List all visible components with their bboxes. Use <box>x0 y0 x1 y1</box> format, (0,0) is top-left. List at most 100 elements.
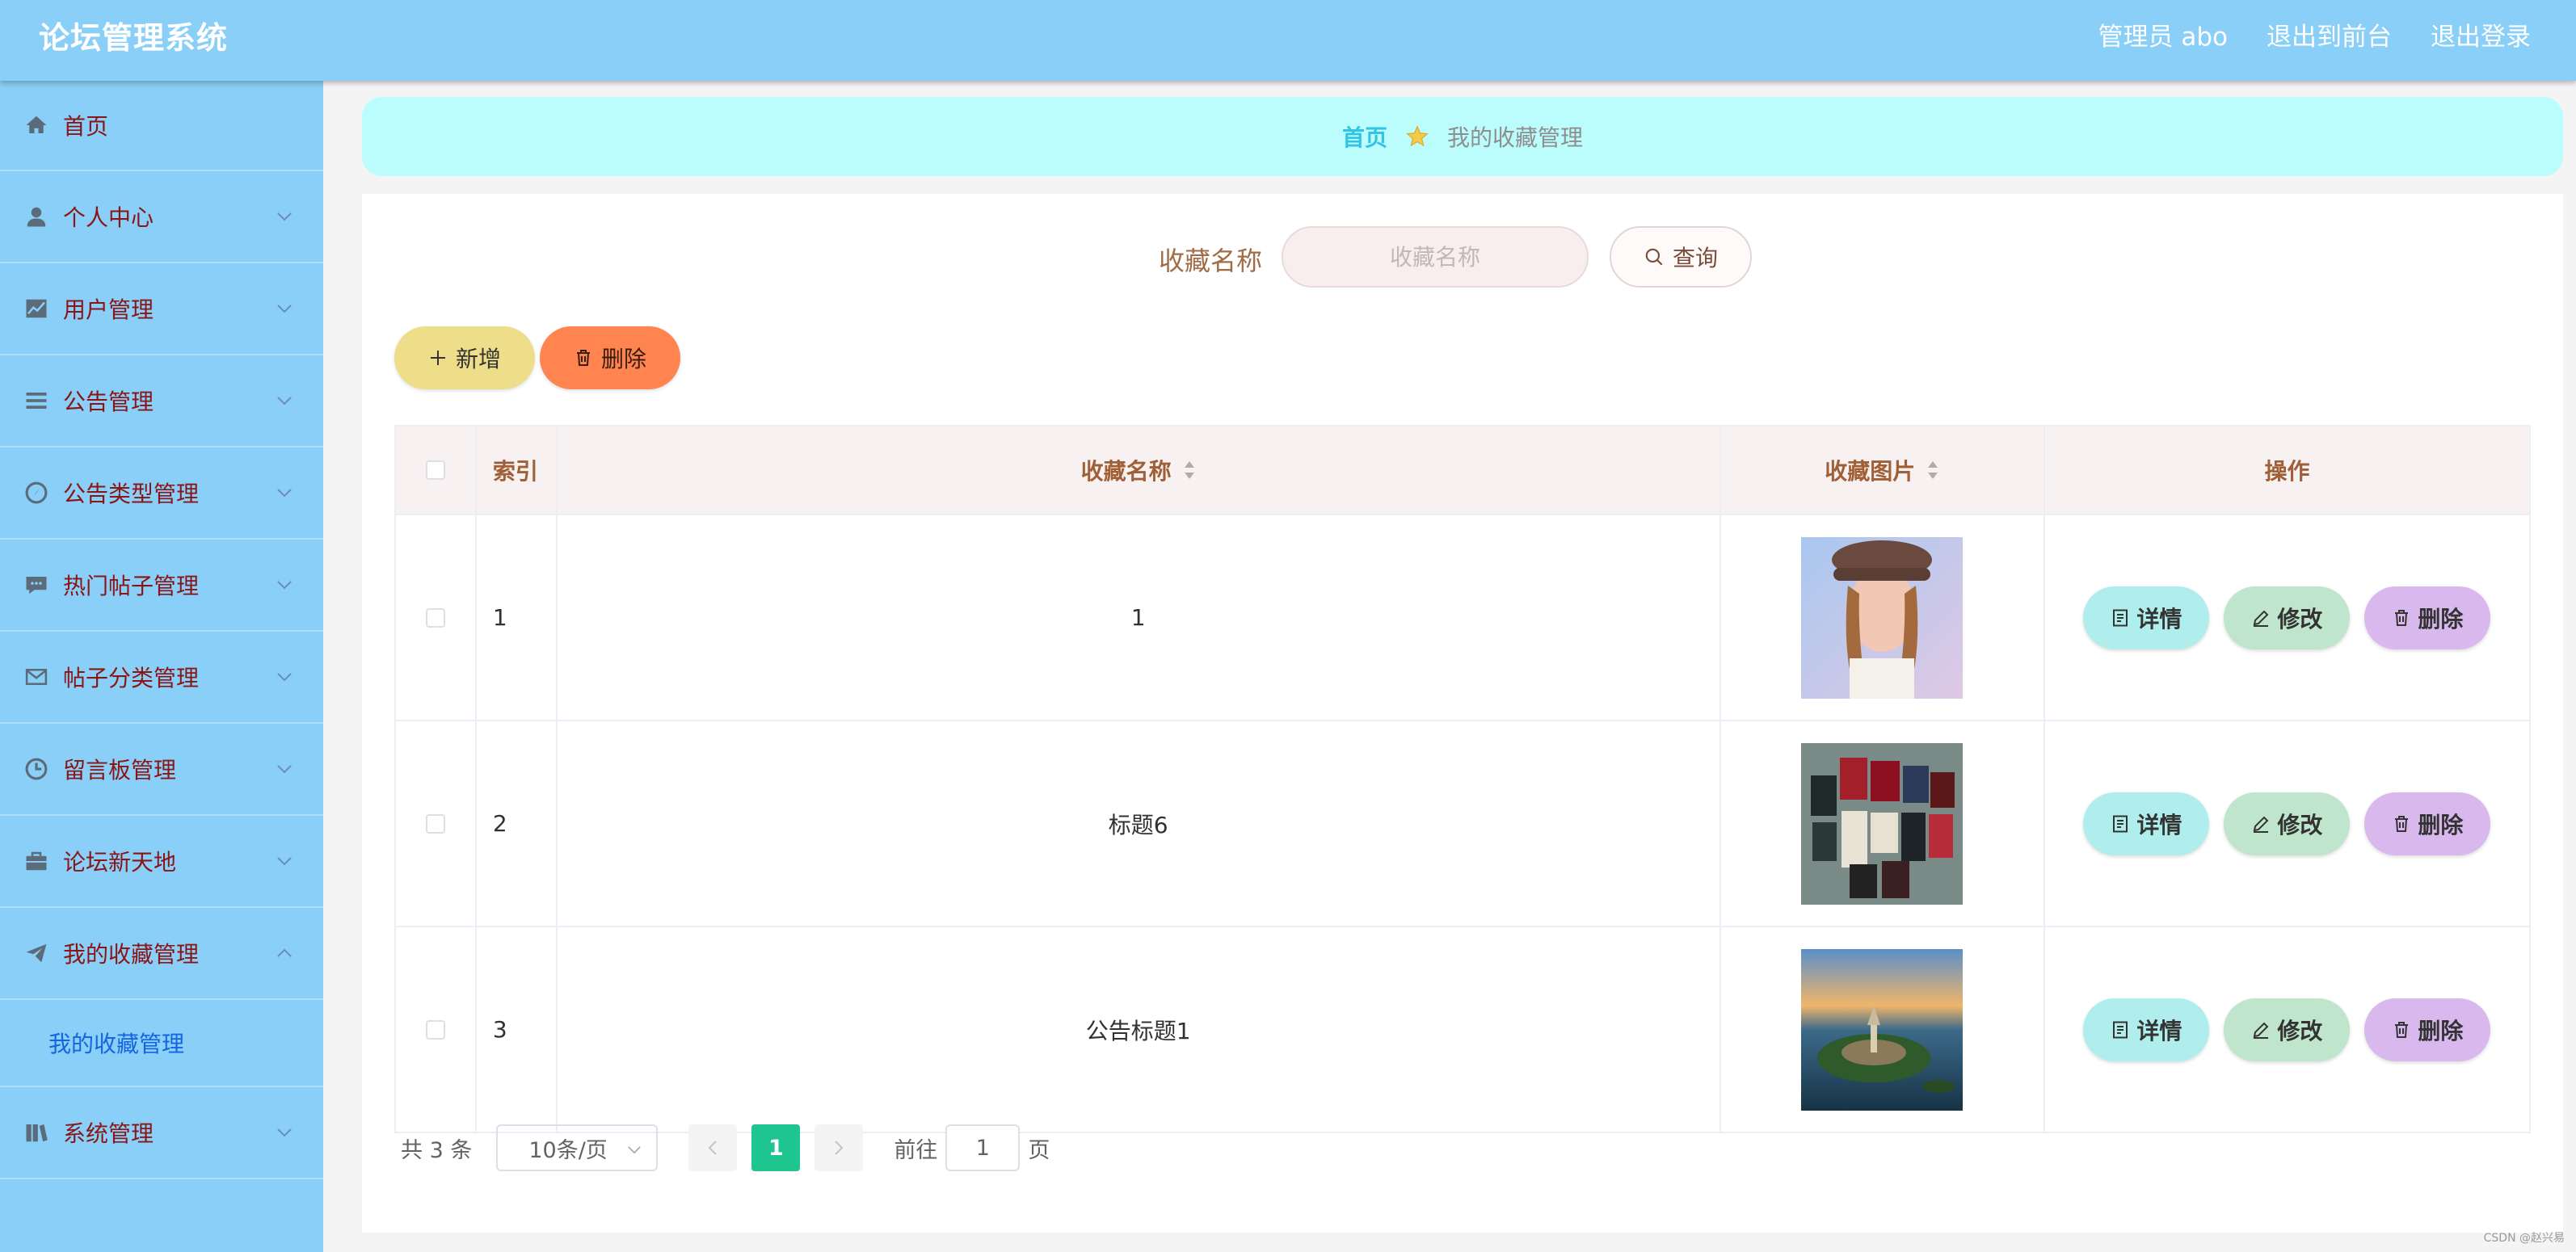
delete-button-label: 删除 <box>2418 605 2464 632</box>
pagination-total: 共 3 条 <box>401 1137 473 1163</box>
batch-delete-button[interactable]: 删除 <box>540 326 680 389</box>
chevron-down-icon <box>628 1146 642 1154</box>
edit-button-label: 修改 <box>2277 1017 2323 1044</box>
row-image-cell <box>1721 515 2045 720</box>
detail-button-label: 详情 <box>2136 1017 2182 1044</box>
edit-button[interactable]: 修改 <box>2224 998 2351 1061</box>
row-checkbox[interactable] <box>425 813 445 834</box>
submenu-item-label[interactable]: 我的收藏管理 <box>48 1027 184 1059</box>
sidebar-item-notice-type-management[interactable]: 公告类型管理 <box>0 447 323 540</box>
add-button-label: 新增 <box>455 346 501 372</box>
add-button[interactable]: 新增 <box>394 326 535 389</box>
page-number-current[interactable]: 1 <box>751 1124 801 1171</box>
sidebar-item-post-category-management[interactable]: 帖子分类管理 <box>0 632 323 724</box>
column-header-image[interactable]: 收藏图片 <box>1721 426 2045 514</box>
delete-button[interactable]: 删除 <box>2364 792 2491 855</box>
exit-to-frontend-link[interactable]: 退出到前台 <box>2267 16 2392 53</box>
goto-page-input[interactable] <box>945 1124 1021 1171</box>
sort-icon[interactable] <box>1183 460 1196 481</box>
page-size-select[interactable]: 10条/页 <box>496 1124 659 1171</box>
search-input[interactable] <box>1282 226 1589 288</box>
delete-button-label: 删除 <box>2418 1017 2464 1044</box>
star-icon <box>1406 125 1429 147</box>
edit-button[interactable]: 修改 <box>2224 792 2351 855</box>
sidebar-item-my-favorites-management[interactable]: 我的收藏管理 <box>0 908 323 1000</box>
row-image-cell <box>1721 721 2045 926</box>
chevron-left-icon <box>708 1141 718 1155</box>
chevron-right-icon <box>835 1141 844 1155</box>
row-operations: 详情 修改 删除 <box>2045 927 2529 1132</box>
column-header-name[interactable]: 收藏名称 <box>558 426 1721 514</box>
document-icon <box>2113 1021 2128 1038</box>
row-checkbox-cell <box>396 721 477 926</box>
sidebar-item-message-board-management[interactable]: 留言板管理 <box>0 724 323 816</box>
chevron-down-icon <box>277 673 292 682</box>
sidebar-item-system-management[interactable]: 系统管理 <box>0 1087 323 1179</box>
user-icon <box>27 207 46 227</box>
list-icon <box>26 393 47 409</box>
goto-prefix: 前往 <box>894 1137 938 1163</box>
logout-link[interactable]: 退出登录 <box>2431 16 2531 53</box>
edit-icon <box>2254 610 2269 627</box>
goto-suffix: 页 <box>1028 1137 1050 1163</box>
sidebar-item-home[interactable]: 首页 <box>0 81 323 171</box>
column-header-index: 索引 <box>477 426 558 514</box>
prev-page-button[interactable] <box>688 1124 738 1171</box>
detail-button-label: 详情 <box>2136 605 2182 632</box>
sidebar-item-hot-posts-management[interactable]: 热门帖子管理 <box>0 540 323 632</box>
row-checkbox[interactable] <box>425 607 445 628</box>
sidebar-item-forum-new-world[interactable]: 论坛新天地 <box>0 816 323 908</box>
plus-icon <box>430 351 445 365</box>
compass-icon <box>25 481 48 504</box>
chevron-down-icon <box>277 305 292 313</box>
favorite-image-island-aerial <box>1801 948 1964 1111</box>
mail-icon <box>25 669 48 685</box>
row-name: 1 <box>558 515 1721 720</box>
sort-icon[interactable] <box>1926 460 1939 481</box>
detail-button[interactable]: 详情 <box>2083 792 2210 855</box>
row-checkbox[interactable] <box>425 1019 445 1040</box>
header-actions: 管理员 abo 退出到前台 退出登录 <box>2098 16 2532 53</box>
breadcrumb-home-link[interactable]: 首页 <box>1342 120 1387 153</box>
column-header-name-label: 收藏名称 <box>1080 458 1172 485</box>
delete-button[interactable]: 删除 <box>2364 586 2491 649</box>
sidebar-item-label: 帖子分类管理 <box>63 665 200 691</box>
favorites-table: 索引 收藏名称 收藏图片 操作 1 1 详情 修改 删除 2 标题6 详情 修改… <box>394 425 2531 1133</box>
search-button[interactable]: 查询 <box>1610 226 1752 288</box>
delete-button[interactable]: 删除 <box>2364 998 2491 1061</box>
breadcrumb-current: 我的收藏管理 <box>1447 124 1584 151</box>
sidebar-item-notice-management[interactable]: 公告管理 <box>0 355 323 447</box>
sidebar-item-label: 论坛新天地 <box>63 849 177 876</box>
edit-button-label: 修改 <box>2277 811 2323 838</box>
detail-button[interactable]: 详情 <box>2083 998 2210 1061</box>
detail-button[interactable]: 详情 <box>2083 586 2210 649</box>
chevron-down-icon <box>277 1128 292 1137</box>
search-icon <box>1645 248 1663 266</box>
select-all-checkbox[interactable] <box>425 460 445 480</box>
sidebar-item-personal-center[interactable]: 个人中心 <box>0 171 323 263</box>
row-name: 标题6 <box>558 721 1721 926</box>
main-content: 首页 我的收藏管理 收藏名称 查询 新增 删除 索引 收藏名称 <box>323 81 2576 1252</box>
trash-icon <box>2395 609 2409 626</box>
books-icon <box>26 1124 48 1142</box>
chevron-up-icon <box>277 948 292 957</box>
top-header: 论坛管理系统 管理员 abo 退出到前台 退出登录 <box>0 0 2576 81</box>
table-row: 2 标题6 详情 修改 删除 <box>396 721 2529 927</box>
row-operations: 详情 修改 删除 <box>2045 721 2529 926</box>
row-index: 1 <box>477 515 558 720</box>
briefcase-icon <box>26 851 47 871</box>
submenu-item-my-favorites[interactable]: 我的收藏管理 <box>0 1000 323 1087</box>
send-icon <box>26 943 47 963</box>
next-page-button[interactable] <box>814 1124 864 1171</box>
sidebar-item-user-management[interactable]: 用户管理 <box>0 263 323 355</box>
sidebar-item-label: 公告类型管理 <box>63 481 200 507</box>
delete-button-label: 删除 <box>2418 811 2464 838</box>
pagination: 共 3 条 10条/页 1 前往 页 <box>401 1124 1050 1171</box>
edit-icon <box>2254 816 2269 833</box>
sidebar-item-label: 公告管理 <box>63 389 154 415</box>
edit-button[interactable]: 修改 <box>2224 586 2351 649</box>
chevron-down-icon <box>277 857 292 866</box>
trash-icon <box>2395 1021 2409 1038</box>
admin-label[interactable]: 管理员 abo <box>2098 16 2229 53</box>
table-row: 1 1 详情 修改 删除 <box>396 515 2529 721</box>
